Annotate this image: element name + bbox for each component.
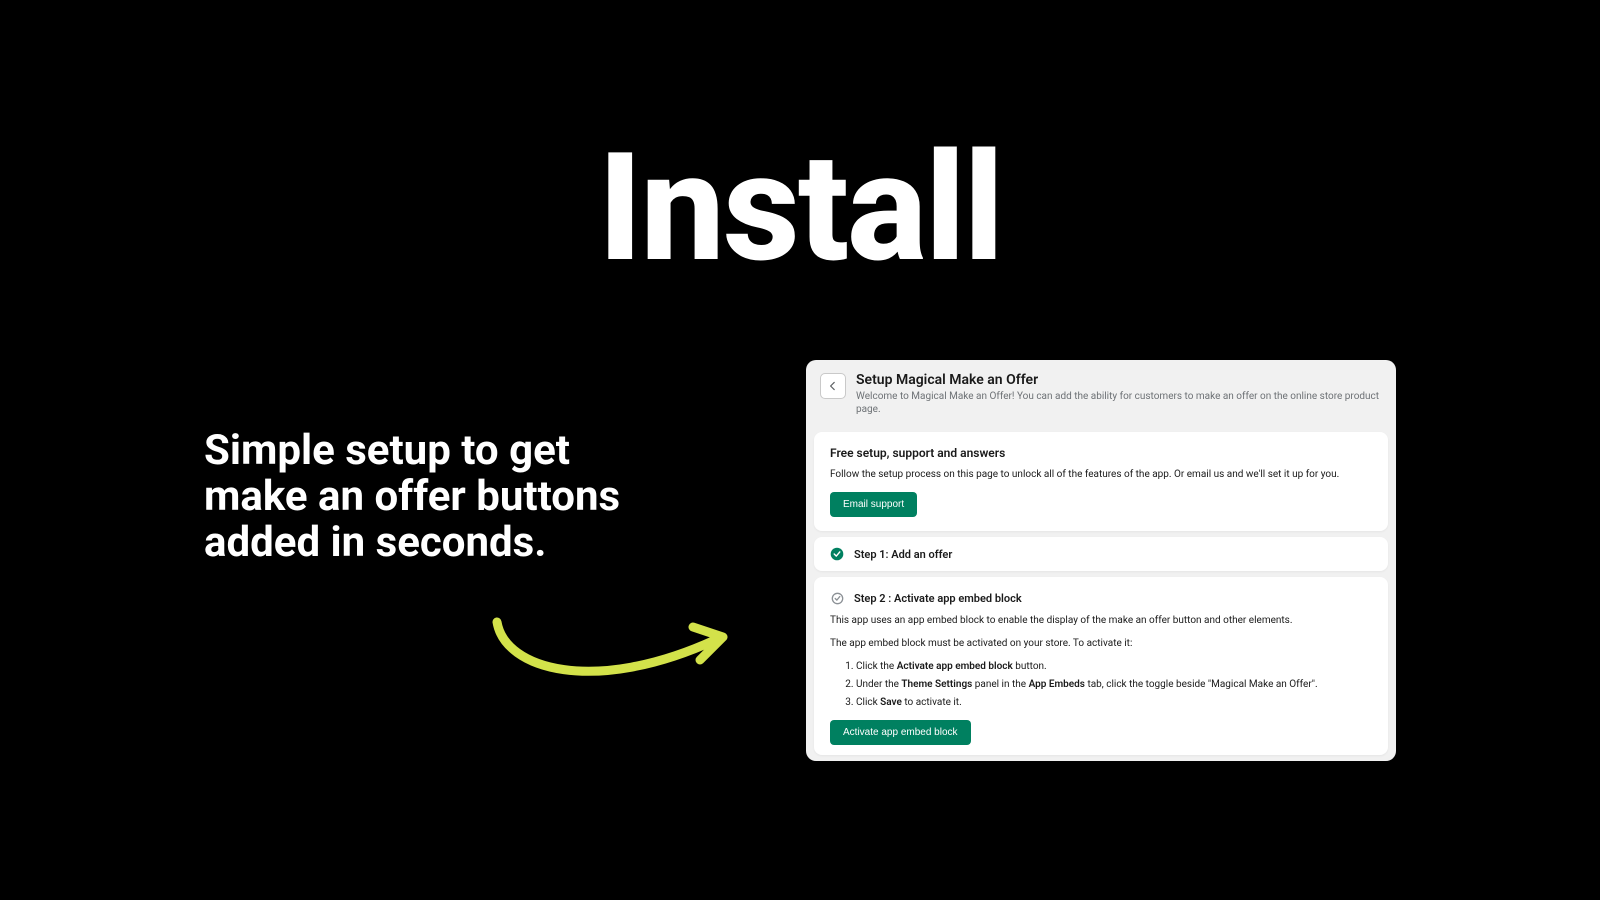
step2-li3: Click Save to activate it. <box>856 695 1372 710</box>
step2-body: This app uses an app embed block to enab… <box>830 613 1372 745</box>
step1-row: Step 1: Add an offer <box>830 547 1372 561</box>
support-card: Free setup, support and answers Follow t… <box>814 432 1388 531</box>
activate-embed-button[interactable]: Activate app embed block <box>830 720 971 745</box>
hero-subtitle: Simple setup to get make an offer button… <box>204 428 674 567</box>
hero-title: Install <box>598 120 1002 296</box>
panel-header: Setup Magical Make an Offer Welcome to M… <box>806 360 1396 426</box>
step1-card[interactable]: Step 1: Add an offer <box>814 537 1388 571</box>
panel-title: Setup Magical Make an Offer <box>856 372 1382 388</box>
step2-activate-text: The app embed block must be activated on… <box>830 636 1372 651</box>
circle-outline-icon <box>830 591 844 605</box>
support-card-text: Follow the setup process on this page to… <box>830 468 1372 482</box>
email-support-button[interactable]: Email support <box>830 492 917 517</box>
step2-intro: This app uses an app embed block to enab… <box>830 613 1372 628</box>
panel-subtitle: Welcome to Magical Make an Offer! You ca… <box>856 390 1382 416</box>
step2-card: Step 2 : Activate app embed block This a… <box>814 577 1388 755</box>
header-text: Setup Magical Make an Offer Welcome to M… <box>856 372 1382 416</box>
checkmark-circle-icon <box>830 547 844 561</box>
arrow-left-icon <box>827 380 839 392</box>
setup-panel: Setup Magical Make an Offer Welcome to M… <box>806 360 1396 761</box>
step2-instructions: Click the Activate app embed block butto… <box>830 659 1372 710</box>
step2-row: Step 2 : Activate app embed block <box>830 591 1372 605</box>
back-button[interactable] <box>820 373 846 399</box>
step2-li2: Under the Theme Settings panel in the Ap… <box>856 677 1372 692</box>
arrow-icon <box>485 610 745 700</box>
support-card-title: Free setup, support and answers <box>830 446 1372 460</box>
step2-title: Step 2 : Activate app embed block <box>854 592 1022 605</box>
step1-title: Step 1: Add an offer <box>854 548 952 561</box>
step2-li1: Click the Activate app embed block butto… <box>856 659 1372 674</box>
